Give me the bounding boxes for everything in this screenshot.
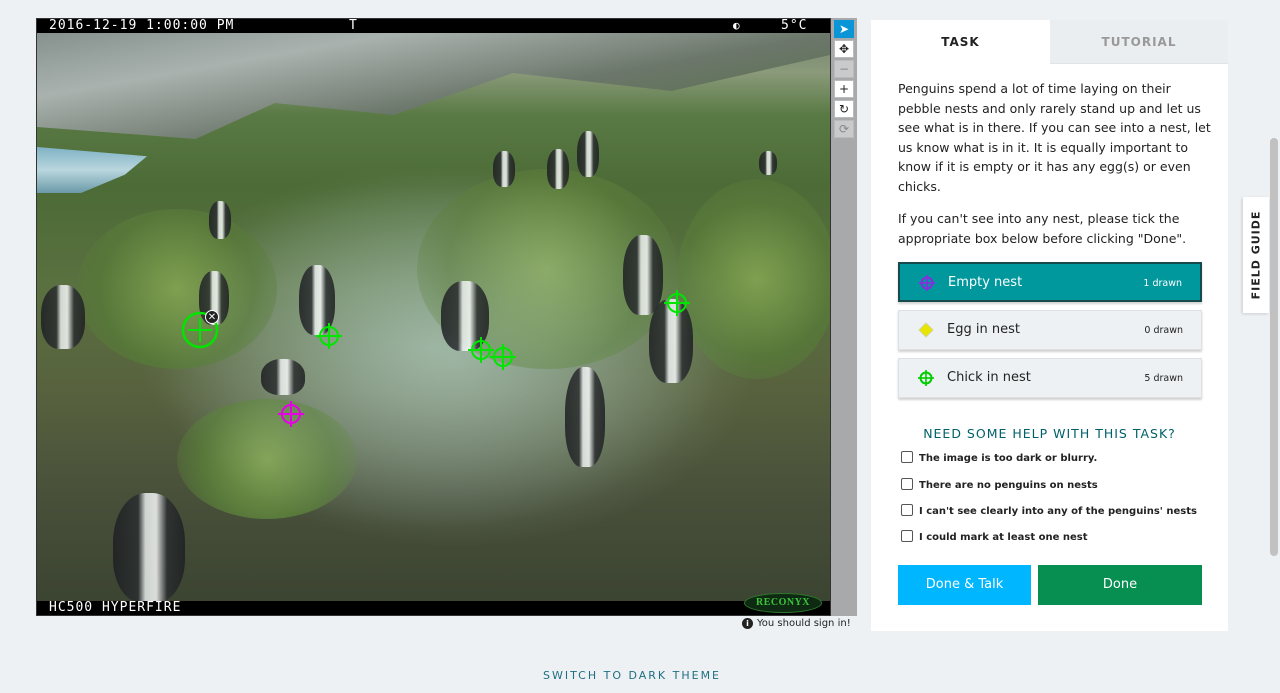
camera-model: HC500 HYPERFIRE — [49, 600, 182, 615]
minus-icon[interactable]: − — [834, 60, 854, 78]
chick-marker[interactable] — [489, 343, 517, 371]
penguin — [565, 367, 605, 467]
checkbox-too-dark[interactable]: The image is too dark or blurry. — [901, 451, 1098, 464]
refresh-icon[interactable]: ⟳ — [834, 120, 854, 138]
choice-count: 5 drawn — [1144, 373, 1183, 384]
penguin — [41, 285, 85, 349]
empty-nest-crosshair-icon — [919, 275, 935, 291]
penguin — [759, 151, 777, 175]
camera-info-bar: 2016-12-19 1:00:00 PM T ◐ 5°C — [37, 19, 830, 33]
subject-image[interactable]: 2016-12-19 1:00:00 PM T ◐ 5°C HC500 HYPE… — [36, 18, 831, 616]
choice-count: 0 drawn — [1144, 325, 1183, 336]
instructions-paragraph: If you can't see into any nest, please t… — [898, 211, 1187, 246]
penguin — [493, 151, 515, 187]
checkbox[interactable] — [901, 451, 913, 463]
checkbox-label: I can't see clearly into any of the peng… — [919, 506, 1197, 517]
lake-background — [37, 147, 147, 193]
empty-nest-marker[interactable] — [277, 400, 305, 428]
tab-tutorial[interactable]: TUTORIAL — [1050, 20, 1228, 64]
penguin — [547, 149, 569, 189]
plus-icon[interactable]: + — [834, 80, 854, 98]
choice-empty-nest[interactable]: Empty nest 1 drawn — [898, 262, 1202, 302]
page-scrollbar[interactable] — [1270, 138, 1278, 556]
penguin — [261, 359, 305, 395]
choice-count: 1 drawn — [1143, 278, 1182, 289]
tab-task[interactable]: TASK — [871, 20, 1050, 64]
checkbox[interactable] — [901, 530, 913, 542]
mountain-background — [37, 19, 830, 139]
camera-flag: T — [349, 18, 358, 33]
checkbox-no-penguins[interactable]: There are no penguins on nests — [901, 478, 1098, 491]
reconyx-logo: RECONYX — [744, 593, 822, 613]
penguin — [623, 235, 663, 315]
checkbox[interactable] — [901, 478, 913, 490]
camera-temperature: 5°C — [781, 18, 808, 33]
checkbox-label: I could mark at least one nest — [919, 532, 1088, 543]
instructions-paragraph: Penguins spend a lot of time laying on t… — [898, 81, 1211, 194]
penguin — [209, 201, 231, 239]
done-and-talk-button[interactable]: Done & Talk — [898, 565, 1031, 605]
choice-label: Chick in nest — [947, 370, 1031, 385]
cursor-icon[interactable]: ➤ — [834, 20, 854, 38]
chick-marker[interactable] — [663, 289, 691, 317]
delete-marker-icon[interactable]: ✕ — [205, 310, 219, 324]
task-instructions: Penguins spend a lot of time laying on t… — [898, 79, 1214, 261]
camera-timestamp: 2016-12-19 1:00:00 PM — [49, 18, 235, 33]
task-panel: TASK TUTORIAL Penguins spend a lot of ti… — [871, 20, 1228, 631]
choice-label: Egg in nest — [947, 322, 1020, 337]
move-arrows-icon[interactable]: ✥ — [834, 40, 854, 58]
field-guide-label: FIELD GUIDE — [1249, 210, 1263, 300]
checkbox[interactable] — [901, 504, 913, 516]
checkbox-cant-see[interactable]: I can't see clearly into any of the peng… — [901, 504, 1197, 517]
choice-label: Empty nest — [948, 275, 1023, 290]
checkbox-label: The image is too dark or blurry. — [919, 453, 1098, 464]
sign-in-text: You should sign in! — [757, 618, 851, 629]
choice-chick-in-nest[interactable]: Chick in nest 5 drawn — [898, 358, 1202, 398]
theme-switch-link[interactable]: SWITCH TO DARK THEME — [0, 669, 1264, 682]
moon-phase-icon: ◐ — [733, 19, 741, 32]
checkbox-marked-one[interactable]: I could mark at least one nest — [901, 530, 1088, 543]
egg-diamond-icon — [918, 322, 934, 338]
penguin — [113, 493, 185, 603]
penguin — [577, 131, 599, 177]
checkbox-label: There are no penguins on nests — [919, 480, 1098, 491]
info-icon: i — [742, 618, 753, 629]
viewer-toolbar: ➤ ✥ − + ↻ ⟳ — [831, 18, 857, 616]
camera-model-bar: HC500 HYPERFIRE — [37, 601, 830, 615]
done-button[interactable]: Done — [1038, 565, 1202, 605]
help-heading: NEED SOME HELP WITH THIS TASK? — [923, 426, 1176, 441]
choice-egg-in-nest[interactable]: Egg in nest 0 drawn — [898, 310, 1202, 350]
field-guide-tab[interactable]: FIELD GUIDE — [1243, 197, 1269, 313]
sign-in-notice: i You should sign in! — [742, 618, 851, 629]
chick-marker[interactable] — [315, 322, 343, 350]
rotate-icon[interactable]: ↻ — [834, 100, 854, 118]
task-tabs: TASK TUTORIAL — [871, 20, 1228, 64]
chick-crosshair-icon — [918, 370, 934, 386]
